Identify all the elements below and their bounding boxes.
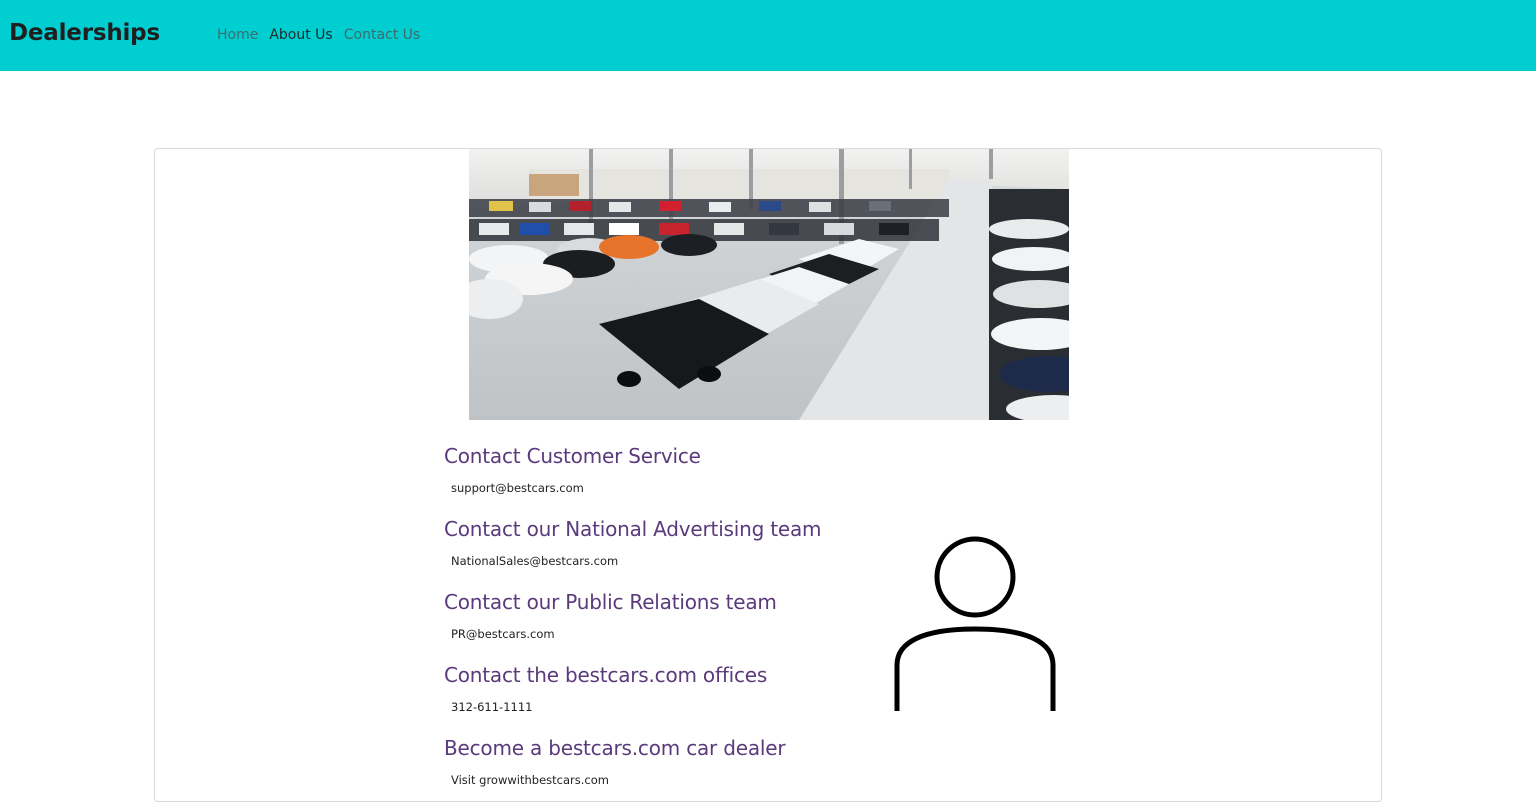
contact-heading: Contact our National Advertising team	[444, 517, 822, 541]
car-showroom-illustration	[469, 149, 1069, 420]
contact-item: Contact our Public Relations team PR@bes…	[444, 588, 904, 661]
contact-value: PR@bestcars.com	[451, 627, 555, 641]
contact-heading: Contact the bestcars.com offices	[444, 663, 768, 687]
contact-heading: Contact Customer Service	[444, 444, 701, 468]
contact-value: Visit growwithbestcars.com	[451, 773, 609, 787]
contact-value: 312-611-1111	[451, 700, 533, 714]
nav-contact-link[interactable]: Contact Us	[344, 25, 420, 45]
contact-value: support@bestcars.com	[451, 481, 584, 495]
contact-item: Contact our National Advertising team Na…	[444, 515, 904, 588]
nav-home-link[interactable]: Home	[217, 25, 258, 45]
contact-value: NationalSales@bestcars.com	[451, 554, 619, 568]
contact-heading: Contact our Public Relations team	[444, 590, 777, 614]
car-showroom-image	[469, 149, 1069, 420]
contact-list: Contact Customer Service support@bestcar…	[444, 442, 904, 801]
contact-card: Contact Customer Service support@bestcar…	[154, 148, 1382, 802]
contact-item: Contact Customer Service support@bestcar…	[444, 442, 904, 515]
contact-item: Contact the bestcars.com offices 312-611…	[444, 661, 904, 734]
top-navbar: Dealerships Home About Us Contact Us	[0, 0, 1536, 71]
brand-link[interactable]: Dealerships	[9, 17, 160, 49]
contact-heading: Become a bestcars.com car dealer	[444, 736, 786, 760]
contact-item: Become a bestcars.com car dealer Visit g…	[444, 734, 904, 801]
nav-links: Home About Us Contact Us	[217, 25, 431, 45]
user-silhouette-icon	[894, 536, 1056, 711]
nav-about-link[interactable]: About Us	[269, 25, 332, 45]
